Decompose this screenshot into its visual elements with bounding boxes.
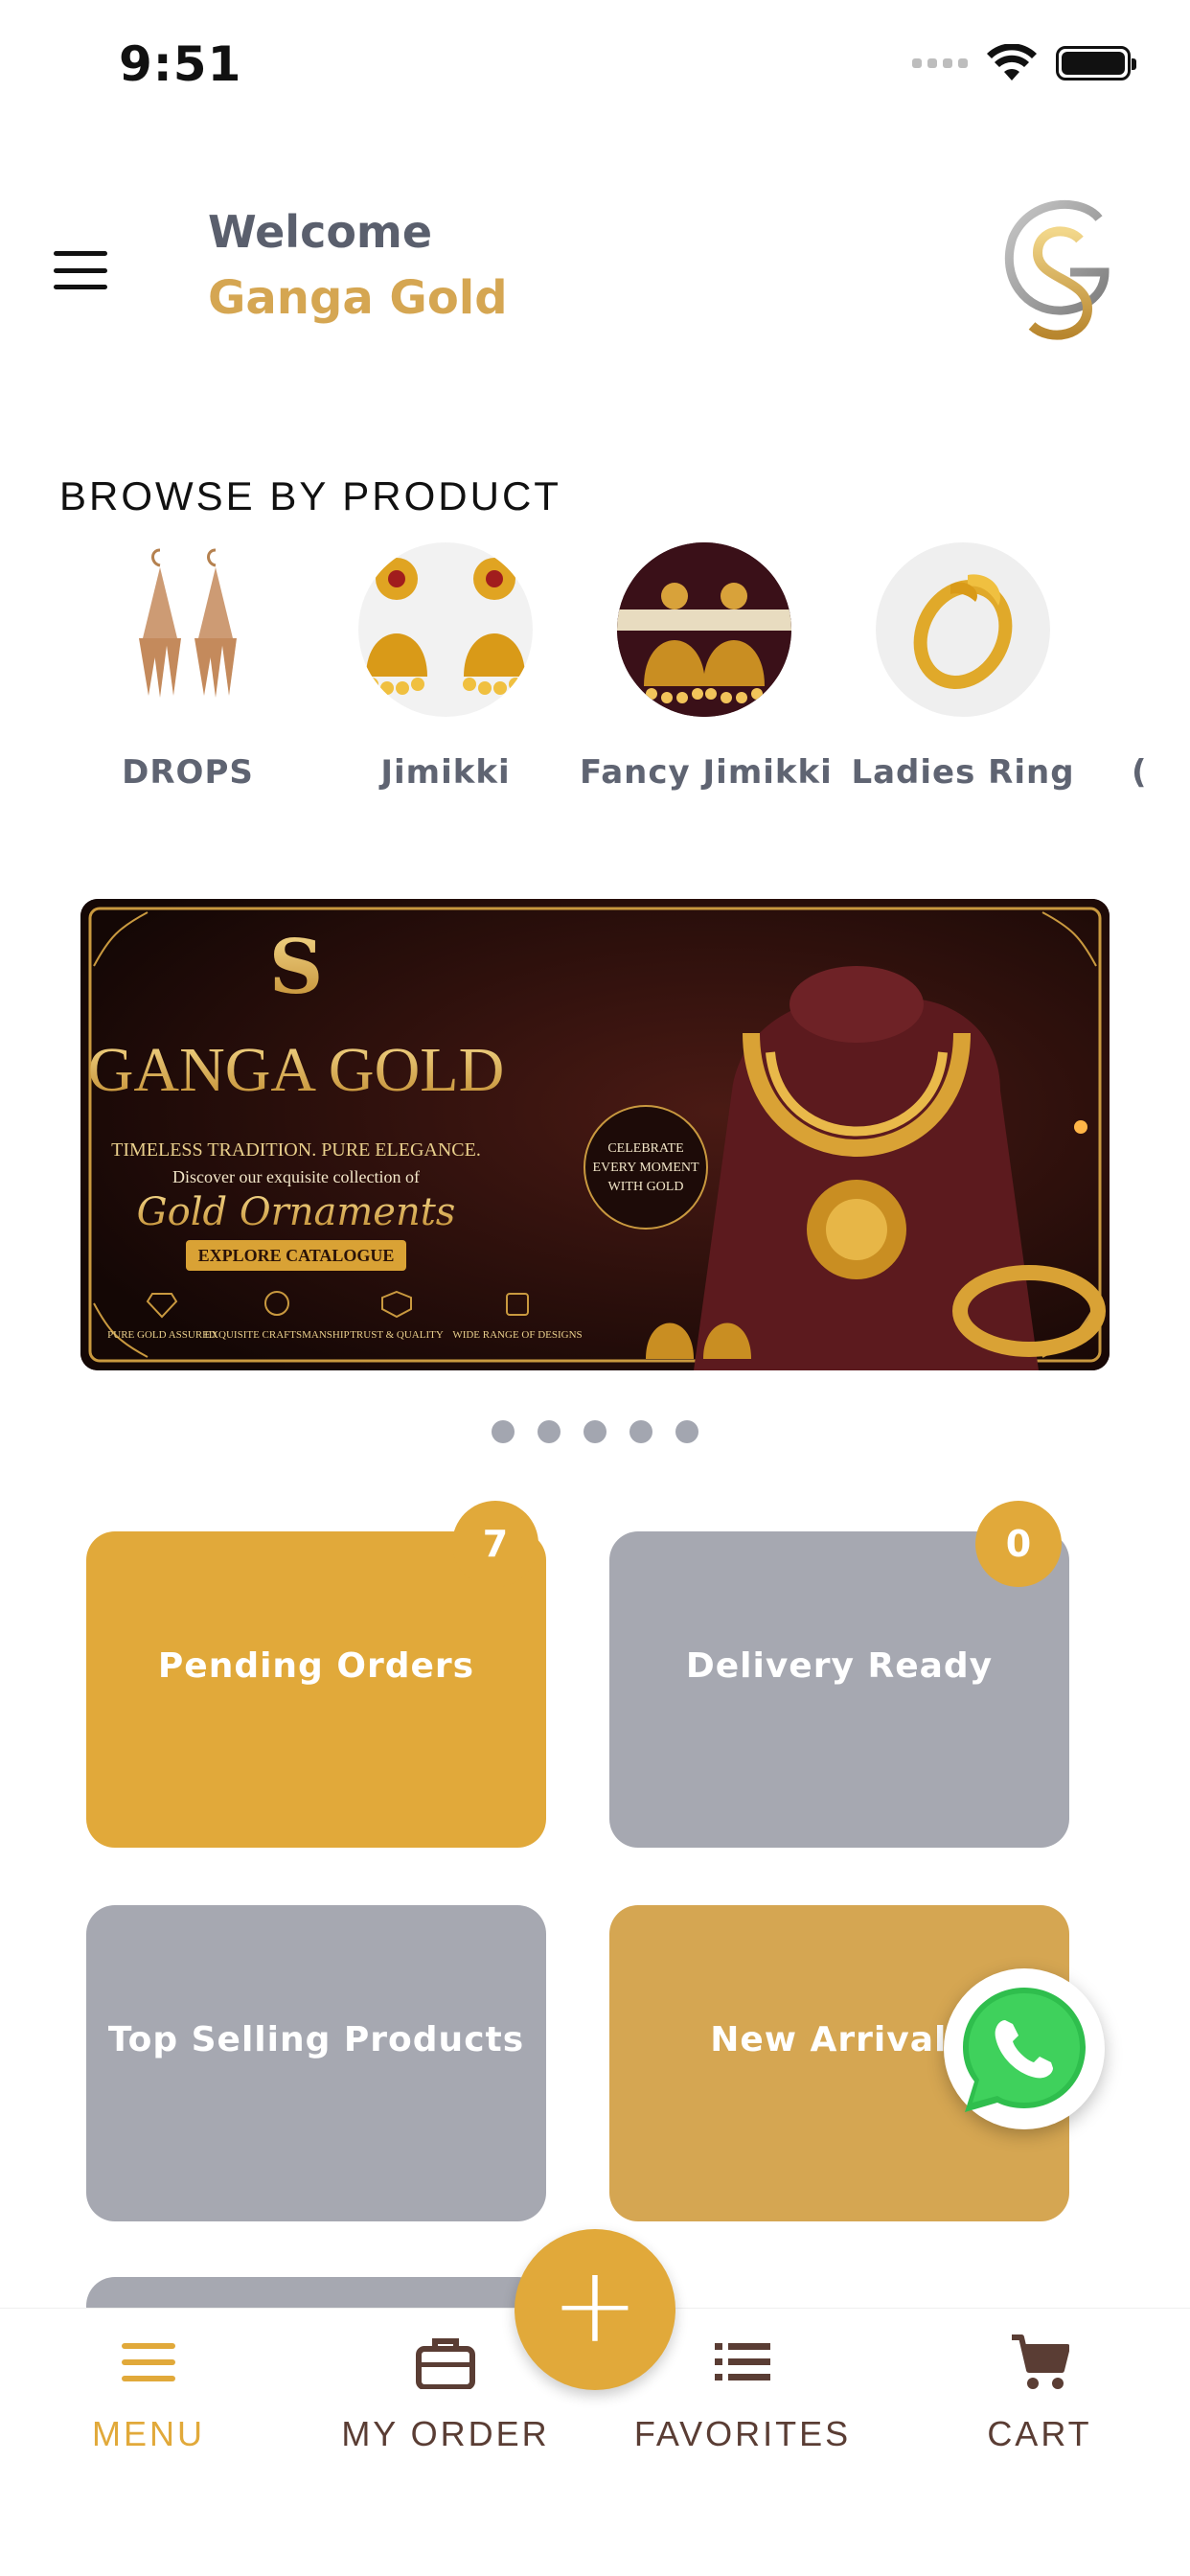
- whatsapp-icon[interactable]: [944, 1968, 1105, 2129]
- browse-section-title: BROWSE BY PRODUCT: [59, 473, 561, 518]
- nav-cart[interactable]: CART: [891, 2309, 1188, 2454]
- seal-line-3: WITH GOLD: [608, 1180, 684, 1194]
- status-time: 9:51: [119, 36, 242, 92]
- delivery-ready-tile[interactable]: Delivery Ready 0: [609, 1501, 1069, 1848]
- tile-label: Top Selling Products: [107, 2019, 525, 2059]
- carousel-dot[interactable]: [629, 1420, 652, 1443]
- status-bar: 9:51: [0, 0, 1190, 134]
- category-label: DROPS: [122, 753, 254, 792]
- feature-1: PURE GOLD ASSURED: [107, 1329, 217, 1341]
- carousel-dot[interactable]: [538, 1420, 561, 1443]
- banner-brand: GANGA GOLD: [88, 1035, 504, 1105]
- wifi-icon: [987, 44, 1037, 80]
- brand-logo: [992, 190, 1126, 353]
- category-jimikki[interactable]: Jimikki: [321, 542, 570, 792]
- nav-menu[interactable]: MENU: [0, 2309, 297, 2454]
- carousel-dot[interactable]: [675, 1420, 698, 1443]
- carousel-dots[interactable]: [0, 1420, 1190, 1443]
- hamburger-menu-icon[interactable]: [54, 251, 107, 289]
- drop-earrings-image: [101, 542, 275, 717]
- banner-script-title: Gold Ornaments: [137, 1190, 456, 1234]
- menu-icon: [0, 2334, 297, 2391]
- cart-icon: [891, 2334, 1188, 2391]
- top-selling-tile[interactable]: Top Selling Products: [86, 1905, 546, 2221]
- promo-banner[interactable]: S GANGA GOLD TIMELESS TRADITION. PURE EL…: [80, 899, 1110, 1370]
- nav-label: MY ORDER: [341, 2414, 550, 2453]
- category-next-partial[interactable]: (: [1097, 542, 1190, 792]
- banner-tagline: TIMELESS TRADITION. PURE ELEGANCE.: [111, 1139, 481, 1161]
- product-category-list: DROPS Jimikki Fancy Jimikki Ladies Ring …: [0, 542, 1190, 792]
- banner-cta[interactable]: EXPLORE CATALOGUE: [198, 1246, 395, 1265]
- pending-orders-tile[interactable]: Pending Orders 7: [86, 1501, 546, 1848]
- carousel-dot[interactable]: [492, 1420, 515, 1443]
- jimikki-earrings-image: [358, 542, 533, 717]
- welcome-label: Welcome: [208, 206, 433, 258]
- nav-label: MENU: [92, 2414, 205, 2453]
- category-drops[interactable]: DROPS: [63, 542, 312, 792]
- category-label: Fancy Jimikki: [580, 753, 833, 792]
- ladies-ring-image: [876, 542, 1050, 717]
- seal-line-2: EVERY MOMENT: [592, 1161, 699, 1175]
- category-ladies-ring[interactable]: Ladies Ring: [838, 542, 1087, 792]
- banner-subline: Discover our exquisite collection of: [172, 1167, 420, 1186]
- signal-icon: [912, 58, 968, 68]
- seal-line-1: CELEBRATE: [607, 1141, 683, 1156]
- plus-icon: +: [550, 2243, 640, 2366]
- fancy-jimikki-image: [617, 542, 791, 717]
- battery-icon: [1056, 46, 1136, 80]
- tile-label: New Arrivals: [710, 2019, 969, 2059]
- store-name: Ganga Gold: [208, 271, 508, 325]
- nav-label: CART: [987, 2414, 1092, 2453]
- delivery-ready-badge: 0: [975, 1501, 1062, 1587]
- feature-2: EXQUISITE CRAFTSMANSHIP: [204, 1329, 349, 1341]
- category-label: Ladies Ring: [851, 753, 1075, 792]
- svg-text:S: S: [269, 924, 323, 1011]
- feature-3: TRUST & QUALITY: [350, 1329, 444, 1341]
- nav-label: FAVORITES: [633, 2414, 852, 2453]
- tile-label: Pending Orders: [157, 1645, 475, 1686]
- category-fancy-jimikki[interactable]: Fancy Jimikki: [580, 542, 833, 792]
- feature-4: WIDE RANGE OF DESIGNS: [452, 1329, 582, 1341]
- tile-label: Delivery Ready: [685, 1645, 994, 1686]
- add-button[interactable]: +: [515, 2229, 675, 2390]
- category-label: Jimikki: [380, 753, 511, 792]
- carousel-dot[interactable]: [584, 1420, 606, 1443]
- pending-orders-badge: 7: [452, 1501, 538, 1587]
- status-icons: [912, 44, 1136, 82]
